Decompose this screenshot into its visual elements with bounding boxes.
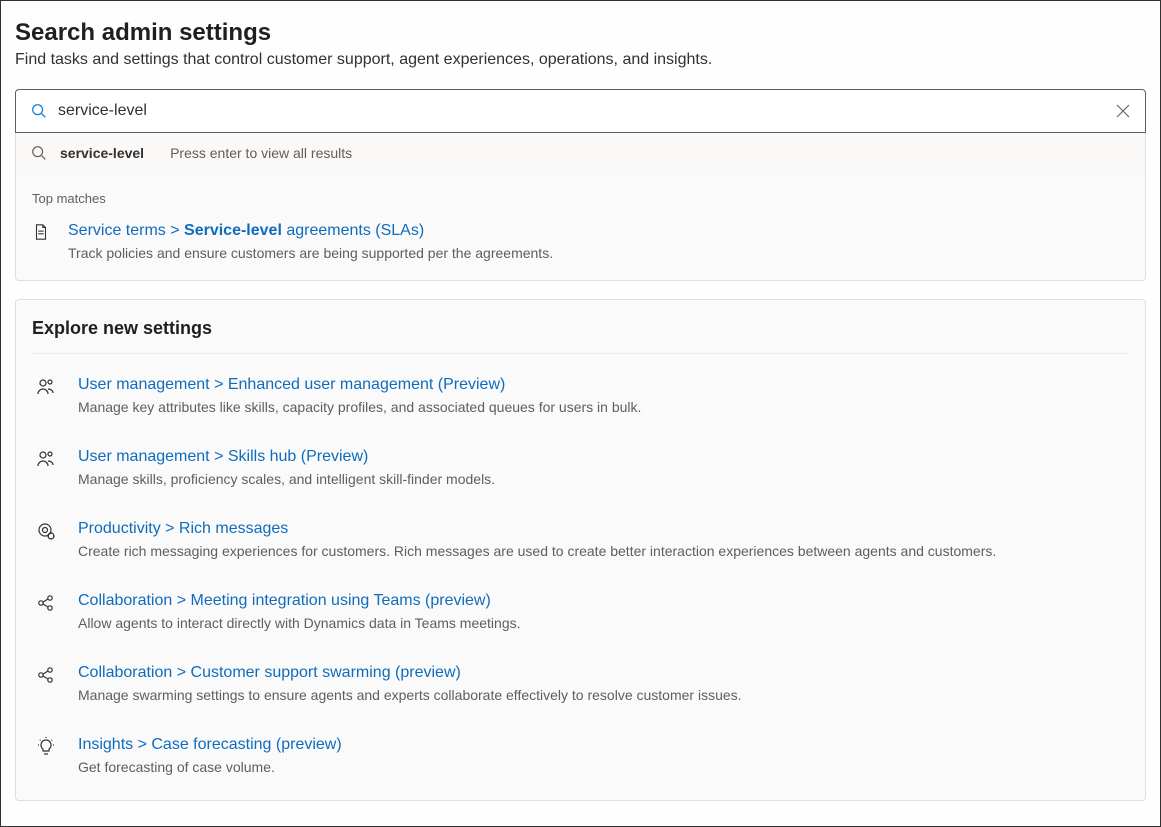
explore-row[interactable]: Collaboration > Customer support swarmin… <box>32 648 1129 720</box>
explore-item-desc: Manage key attributes like skills, capac… <box>78 398 1125 418</box>
explore-content: User management > Enhanced user manageme… <box>78 374 1125 418</box>
search-box[interactable] <box>15 89 1146 133</box>
top-match-row[interactable]: Service terms > Service-level agreements… <box>32 220 1129 264</box>
top-match-desc: Track policies and ensure customers are … <box>68 244 1129 264</box>
search-container: service-level Press enter to view all re… <box>15 89 1146 281</box>
explore-row[interactable]: User management > Enhanced user manageme… <box>32 360 1129 432</box>
explore-content: Productivity > Rich messages Create rich… <box>78 518 1125 562</box>
search-input[interactable] <box>58 102 1115 120</box>
explore-item-desc: Manage swarming settings to ensure agent… <box>78 686 1125 706</box>
document-icon <box>32 223 50 241</box>
title-bold: Service-level <box>184 222 282 239</box>
page-subtitle: Find tasks and settings that control cus… <box>15 51 1146 69</box>
explore-row[interactable]: Productivity > Rich messages Create rich… <box>32 504 1129 576</box>
search-hint-text: Press enter to view all results <box>170 145 352 161</box>
explore-item-title[interactable]: Collaboration > Customer support swarmin… <box>78 662 1125 684</box>
clear-icon[interactable] <box>1115 103 1131 119</box>
top-matches-box: Top matches Service terms > Service-leve… <box>15 173 1146 281</box>
search-hint-query: service-level <box>60 145 144 161</box>
explore-item-title[interactable]: Insights > Case forecasting (preview) <box>78 734 1125 756</box>
search-icon <box>30 102 48 120</box>
top-match-title[interactable]: Service terms > Service-level agreements… <box>68 220 1129 242</box>
explore-item-title[interactable]: Productivity > Rich messages <box>78 518 1125 540</box>
explore-row[interactable]: Insights > Case forecasting (preview) Ge… <box>32 720 1129 792</box>
explore-row[interactable]: Collaboration > Meeting integration usin… <box>32 576 1129 648</box>
explore-content: Insights > Case forecasting (preview) Ge… <box>78 734 1125 778</box>
page-title: Search admin settings <box>15 19 1146 47</box>
share-nodes-icon <box>36 665 56 685</box>
explore-item-desc: Create rich messaging experiences for cu… <box>78 542 1125 562</box>
target-gear-icon <box>36 521 56 541</box>
people-icon <box>36 377 56 397</box>
explore-item-desc: Get forecasting of case volume. <box>78 758 1125 778</box>
explore-item-desc: Manage skills, proficiency scales, and i… <box>78 470 1125 490</box>
search-hint-row[interactable]: service-level Press enter to view all re… <box>15 133 1146 173</box>
people-icon <box>36 449 56 469</box>
lightbulb-icon <box>36 737 56 757</box>
explore-list: User management > Enhanced user manageme… <box>32 354 1129 792</box>
explore-item-title[interactable]: Collaboration > Meeting integration usin… <box>78 590 1125 612</box>
top-matches-label: Top matches <box>32 191 1129 206</box>
explore-item-desc: Allow agents to interact directly with D… <box>78 614 1125 634</box>
title-prefix: Service terms > <box>68 222 184 239</box>
explore-row[interactable]: User management > Skills hub (Preview) M… <box>32 432 1129 504</box>
explore-item-title[interactable]: User management > Enhanced user manageme… <box>78 374 1125 396</box>
share-nodes-icon <box>36 593 56 613</box>
explore-title: Explore new settings <box>32 318 1129 354</box>
explore-content: User management > Skills hub (Preview) M… <box>78 446 1125 490</box>
top-match-content: Service terms > Service-level agreements… <box>68 220 1129 264</box>
search-icon <box>30 144 48 162</box>
title-suffix: agreements (SLAs) <box>282 222 424 239</box>
explore-content: Collaboration > Customer support swarmin… <box>78 662 1125 706</box>
explore-item-title[interactable]: User management > Skills hub (Preview) <box>78 446 1125 468</box>
explore-panel: Explore new settings User management > E… <box>15 299 1146 801</box>
explore-content: Collaboration > Meeting integration usin… <box>78 590 1125 634</box>
